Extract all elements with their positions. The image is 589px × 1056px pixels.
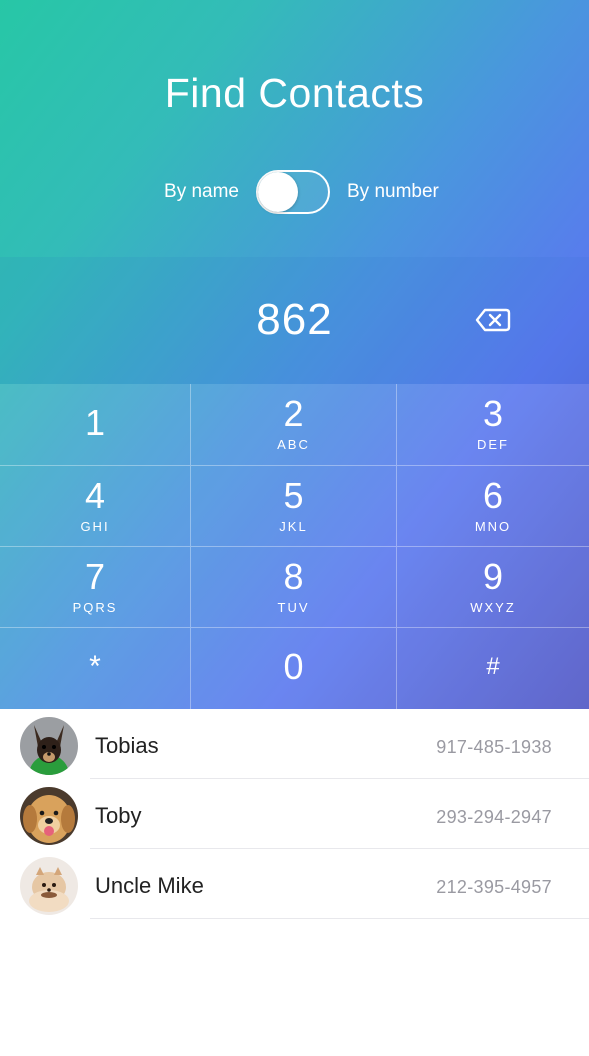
pomeranian-avatar [20, 857, 78, 915]
key-5[interactable]: 5 JKL [191, 466, 397, 547]
key-digit: 9 [482, 556, 504, 597]
key-digit: 5 [283, 475, 304, 516]
key-digit: 6 [482, 475, 504, 516]
key-digit: 2 [283, 393, 304, 434]
key-digit: 1 [84, 402, 106, 443]
contact-phone: 917-485-1938 [436, 737, 552, 757]
dialer-panel: Find Contacts By name By number 862 1 2 … [0, 0, 589, 709]
search-mode-toggle-row: By name By number [0, 168, 589, 216]
contact-row[interactable]: Uncle Mike 212-395-4957 [0, 849, 589, 919]
switch-knob [258, 172, 298, 212]
key-letters: JKL [279, 519, 308, 534]
key-2[interactable]: 2 ABC [191, 384, 397, 466]
key-letters: WXYZ [470, 600, 516, 615]
golden-retriever-avatar [20, 787, 78, 845]
key-digit: * [89, 650, 101, 683]
key-letters: MNO [474, 519, 512, 534]
key-digit: 4 [84, 475, 106, 516]
contact-row[interactable]: Toby 293-294-2947 [0, 779, 589, 849]
key-6[interactable]: 6 MNO [397, 466, 589, 547]
key-digit: 0 [283, 646, 304, 687]
key-digit: 3 [482, 393, 504, 434]
contact-phone: 293-294-2947 [436, 807, 552, 827]
key-9[interactable]: 9 WXYZ [397, 547, 589, 628]
key-letters: TUV [277, 600, 310, 615]
key-letters: ABC [277, 437, 310, 452]
key-4[interactable]: 4 GHI [0, 466, 191, 547]
key-1[interactable]: 1 [0, 384, 191, 466]
by-name-label[interactable]: By name [164, 181, 239, 203]
key-digit: 8 [283, 556, 304, 597]
key-0[interactable]: 0 [191, 628, 397, 709]
page-title: Find Contacts [164, 70, 425, 116]
contact-phone: 212-395-4957 [436, 877, 552, 897]
chihuahua-avatar [20, 717, 78, 775]
key-letters: PQRS [72, 600, 118, 615]
key-digit: 7 [84, 556, 106, 597]
key-letters: DEF [477, 437, 509, 452]
divider [90, 918, 589, 919]
header: Find Contacts By name By number [0, 0, 589, 257]
contact-name: Toby [95, 803, 142, 828]
by-number-label[interactable]: By number [347, 181, 439, 203]
backspace-icon[interactable] [474, 305, 512, 335]
key-8[interactable]: 8 TUV [191, 547, 397, 628]
dial-keypad: 1 2 ABC 3 DEF 4 GHI 5 JKL 6 MNO 7 PQRS 8… [0, 384, 589, 709]
key-hash[interactable]: # [397, 628, 589, 709]
key-3[interactable]: 3 DEF [397, 384, 589, 466]
key-digit: # [486, 653, 500, 680]
search-mode-switch[interactable] [256, 170, 330, 214]
contact-results-list: Tobias 917-485-1938 Toby 293-294-2947 Un… [0, 709, 589, 919]
contact-name: Tobias [95, 733, 159, 758]
contact-row[interactable]: Tobias 917-485-1938 [0, 709, 589, 779]
key-star[interactable]: * [0, 628, 191, 709]
key-letters: GHI [80, 519, 110, 534]
key-7[interactable]: 7 PQRS [0, 547, 191, 628]
contact-name: Uncle Mike [95, 873, 204, 898]
number-display: 862 [0, 257, 589, 384]
find-contacts-screen: Find Contacts By name By number 862 1 2 … [0, 0, 589, 1056]
